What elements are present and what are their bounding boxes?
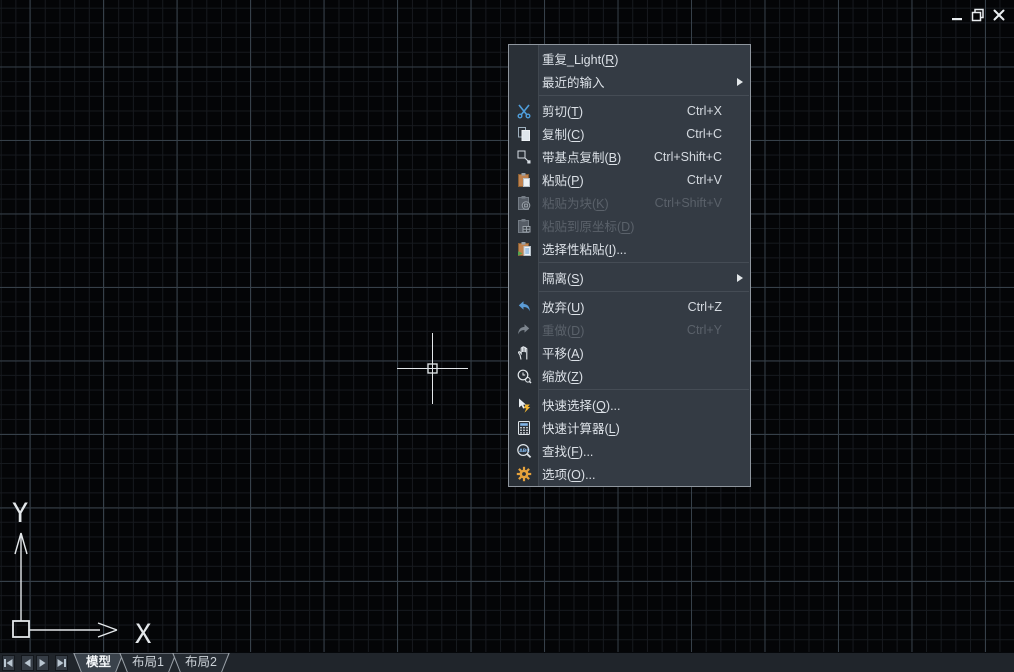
menu-item-undo[interactable]: 放弃(U) Ctrl+Z xyxy=(509,295,750,318)
undo-icon xyxy=(509,299,538,315)
next-tab-button[interactable] xyxy=(36,655,49,671)
menu-item-copy-with-base-point[interactable]: 带基点复制(B) Ctrl+Shift+C xyxy=(509,145,750,168)
menu-item-recent-input[interactable]: 最近的输入 xyxy=(509,70,750,93)
paste-special-icon xyxy=(509,241,538,257)
svg-text:ABC: ABC xyxy=(519,447,530,453)
menu-separator xyxy=(539,262,749,263)
menu-item-label: 粘贴(P) xyxy=(542,170,584,189)
calculator-icon xyxy=(509,420,538,436)
menu-item-paste-to-original-coords: 粘贴到原坐标(D) xyxy=(509,214,750,237)
tab-label: 布局2 xyxy=(185,653,217,672)
menu-item-repeat-light[interactable]: 重复_Light(R) xyxy=(509,47,750,70)
tab-label: 模型 xyxy=(86,653,111,672)
crosshair-cursor xyxy=(397,333,468,404)
layout-tabs: 模型 布局1 布局2 xyxy=(78,653,230,672)
tab-navigation xyxy=(2,655,68,671)
zoom-icon xyxy=(509,368,538,384)
menu-item-label: 带基点复制(B) xyxy=(542,147,621,166)
menu-item-label: 快速选择(Q)... xyxy=(542,395,621,414)
menu-item-label: 查找(F)... xyxy=(542,441,593,460)
prev-tab-button[interactable] xyxy=(21,655,34,671)
menu-item-label: 平移(A) xyxy=(542,343,584,362)
scissors-icon xyxy=(509,103,538,119)
menu-item-label: 放弃(U) xyxy=(542,297,584,316)
menu-item-shortcut: Ctrl+C xyxy=(686,127,750,141)
layout-tab-bar: 模型 布局1 布局2 xyxy=(0,652,1014,672)
menu-item-redo: 重做(D) Ctrl+Y xyxy=(509,318,750,341)
menu-item-label: 快速计算器(L) xyxy=(542,418,620,437)
pan-icon xyxy=(509,345,538,361)
copy-base-icon xyxy=(509,149,538,165)
restore-icon xyxy=(970,7,986,23)
menu-item-shortcut: Ctrl+Z xyxy=(688,300,750,314)
restore-button[interactable] xyxy=(969,6,986,23)
menu-item-zoom[interactable]: 缩放(Z) xyxy=(509,364,750,387)
menu-separator xyxy=(539,95,749,96)
menu-item-label: 粘贴到原坐标(D) xyxy=(542,216,634,235)
next-tab-icon xyxy=(37,658,48,668)
menu-item-copy[interactable]: 复制(C) Ctrl+C xyxy=(509,122,750,145)
drawing-canvas[interactable]: Y X 重复_Light(R) 最近的输入剪切(T) Ctrl+X 复制(C) Ctrl… xyxy=(0,0,1014,652)
menu-item-shortcut: Ctrl+V xyxy=(687,173,750,187)
menu-item-isolate[interactable]: 隔离(S) xyxy=(509,266,750,289)
menu-item-paste-as-block: 粘贴为块(K) Ctrl+Shift+V xyxy=(509,191,750,214)
menu-item-shortcut: Ctrl+X xyxy=(687,104,750,118)
menu-item-label: 选项(O)... xyxy=(542,464,596,483)
menu-item-shortcut: Ctrl+Shift+V xyxy=(655,196,750,210)
window-controls xyxy=(948,6,1007,23)
menu-item-label: 重做(D) xyxy=(542,320,584,339)
menu-separator xyxy=(539,389,749,390)
submenu-arrow-icon xyxy=(737,78,743,86)
close-button[interactable] xyxy=(990,6,1007,23)
paste-block-icon xyxy=(509,195,538,211)
menu-item-quick-calculator[interactable]: 快速计算器(L) xyxy=(509,416,750,439)
menu-item-find[interactable]: ABC 查找(F)... xyxy=(509,439,750,462)
autocad-window: Y X 重复_Light(R) 最近的输入剪切(T) Ctrl+X 复制(C) Ctrl… xyxy=(0,0,1014,672)
menu-item-label: 剪切(T) xyxy=(542,101,583,120)
minimize-icon xyxy=(949,7,965,23)
menu-item-label: 隔离(S) xyxy=(542,268,584,287)
menu-item-label: 复制(C) xyxy=(542,124,584,143)
menu-item-label: 粘贴为块(K) xyxy=(542,193,609,212)
menu-item-quick-select[interactable]: 快速选择(Q)... xyxy=(509,393,750,416)
copy-icon xyxy=(509,126,538,142)
context-menu: 重复_Light(R) 最近的输入剪切(T) Ctrl+X 复制(C) Ctrl+C 带基… xyxy=(508,44,751,487)
context-menu-list: 重复_Light(R) 最近的输入剪切(T) Ctrl+X 复制(C) Ctrl+C 带基… xyxy=(509,47,750,485)
gear-icon xyxy=(509,466,538,482)
first-tab-icon xyxy=(3,658,14,668)
menu-item-shortcut: Ctrl+Shift+C xyxy=(654,150,750,164)
tab-model[interactable]: 模型 xyxy=(73,653,124,672)
minimize-button[interactable] xyxy=(948,6,965,23)
menu-item-label: 重复_Light(R) xyxy=(542,49,618,68)
menu-item-paste[interactable]: 粘贴(P) Ctrl+V xyxy=(509,168,750,191)
menu-item-paste-special[interactable]: 选择性粘贴(I)... xyxy=(509,237,750,260)
redo-icon xyxy=(509,322,538,338)
find-icon: ABC xyxy=(509,443,538,459)
quick-select-icon xyxy=(509,397,538,413)
close-icon xyxy=(991,7,1007,23)
menu-item-label: 缩放(Z) xyxy=(542,366,583,385)
menu-item-options[interactable]: 选项(O)... xyxy=(509,462,750,485)
tab-label: 布局1 xyxy=(132,653,164,672)
tab-layout1[interactable]: 布局1 xyxy=(119,653,177,672)
last-tab-icon xyxy=(56,658,67,668)
paste-orig-icon xyxy=(509,218,538,234)
menu-item-cut[interactable]: 剪切(T) Ctrl+X xyxy=(509,99,750,122)
ucs-icon: Y X xyxy=(0,490,175,652)
last-tab-button[interactable] xyxy=(55,655,68,671)
tab-layout2[interactable]: 布局2 xyxy=(172,653,230,672)
prev-tab-icon xyxy=(22,658,33,668)
ucs-x-label: X xyxy=(135,619,151,650)
menu-item-label: 最近的输入 xyxy=(542,72,605,91)
ucs-y-label: Y xyxy=(12,498,28,529)
first-tab-button[interactable] xyxy=(2,655,15,671)
menu-separator xyxy=(539,291,749,292)
menu-item-shortcut: Ctrl+Y xyxy=(687,323,750,337)
menu-item-label: 选择性粘贴(I)... xyxy=(542,239,627,258)
submenu-arrow-icon xyxy=(737,274,743,282)
menu-item-pan[interactable]: 平移(A) xyxy=(509,341,750,364)
paste-icon xyxy=(509,172,538,188)
